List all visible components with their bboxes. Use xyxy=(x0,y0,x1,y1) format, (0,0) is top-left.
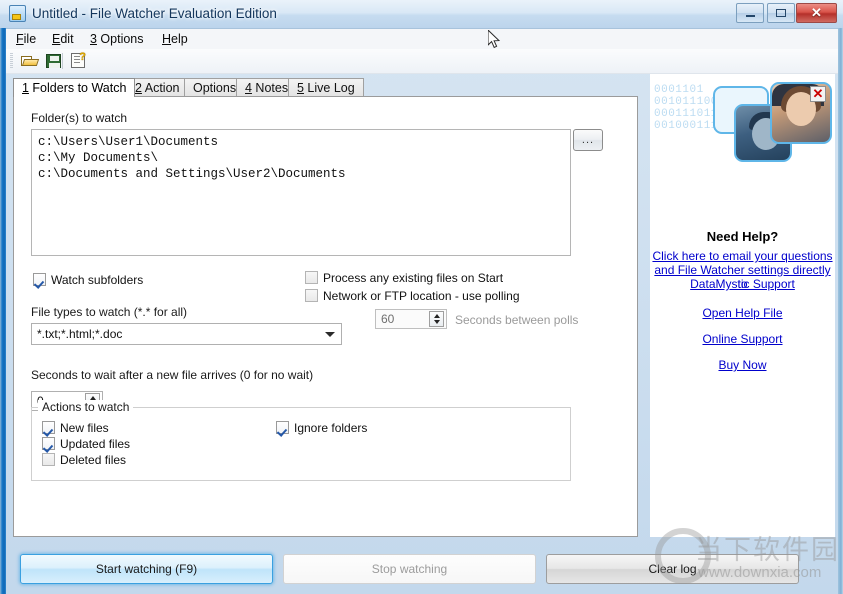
save-button[interactable] xyxy=(44,52,64,70)
email-support-link-line3[interactable]: DataMystic Support xyxy=(650,277,835,291)
watch-subfolders-label: Watch subfolders xyxy=(51,273,144,287)
updated-files-label: Updated files xyxy=(60,437,131,451)
window-frame-left xyxy=(0,28,6,594)
folder-path-line: c:\Documents and Settings\User2\Document… xyxy=(38,167,346,181)
open-button[interactable] xyxy=(20,52,40,70)
poll-seconds-label: Seconds between polls xyxy=(455,313,579,327)
network-polling-checkbox[interactable] xyxy=(305,289,318,302)
save-floppy-icon xyxy=(46,54,61,68)
wait-seconds-label: Seconds to wait after a new file arrives… xyxy=(31,368,314,382)
help-button[interactable]: ? xyxy=(68,52,88,70)
toolbar-separator xyxy=(62,53,63,69)
mouse-cursor xyxy=(488,30,500,49)
help-banner-image: 0001101 001011100 011000 00011101110 10 … xyxy=(650,80,835,164)
process-existing-checkbox[interactable] xyxy=(305,271,318,284)
folder-path-line: c:\Users\User1\Documents xyxy=(38,135,219,149)
start-watching-button[interactable]: Start watching (F9) xyxy=(20,554,273,584)
app-icon xyxy=(9,5,26,22)
close-button[interactable]: ✕ xyxy=(796,3,837,23)
menu-edit[interactable]: Edit xyxy=(46,31,80,47)
help-panel: 0001101 001011100 011000 00011101110 10 … xyxy=(650,74,835,537)
watch-subfolders-checkbox[interactable] xyxy=(33,273,46,286)
chevron-down-icon xyxy=(325,332,335,337)
folder-path-line: c:\My Documents\ xyxy=(38,151,159,165)
ignore-folders-label: Ignore folders xyxy=(294,421,368,435)
network-polling-label: Network or FTP location - use polling xyxy=(323,289,520,303)
minimize-icon xyxy=(737,4,763,22)
buy-now-link[interactable]: Buy Now xyxy=(650,358,835,372)
deleted-files-label: Deleted files xyxy=(60,453,127,467)
online-support-link[interactable]: Online Support xyxy=(650,332,835,346)
stop-watching-button: Stop watching xyxy=(283,554,536,584)
open-help-file-link[interactable]: Open Help File xyxy=(650,306,835,320)
title-bar: Untitled - File Watcher Evaluation Editi… xyxy=(0,0,843,29)
updated-files-checkbox[interactable] xyxy=(42,437,55,450)
browse-folder-button[interactable]: ... xyxy=(573,129,603,151)
folders-label: Folder(s) to watch xyxy=(31,111,128,125)
menu-options[interactable]: 3 Options xyxy=(84,31,150,47)
menu-help[interactable]: Help xyxy=(156,31,194,47)
close-icon: ✕ xyxy=(811,5,822,20)
poll-seconds-value: 60 xyxy=(381,312,395,326)
new-files-checkbox[interactable] xyxy=(42,421,55,434)
minimize-button[interactable] xyxy=(736,3,764,23)
email-support-link-line1[interactable]: Click here to email your questions xyxy=(650,249,835,263)
window-title: Untitled - File Watcher Evaluation Editi… xyxy=(32,6,277,21)
window-frame-right xyxy=(838,28,843,594)
tab-live-log[interactable]: 5 Live Log xyxy=(288,78,364,97)
menu-bar: FFileile Edit 3 Options Help xyxy=(6,29,838,50)
new-files-label: New files xyxy=(60,421,109,435)
poll-seconds-spinner[interactable]: 60 xyxy=(375,309,447,329)
clear-log-button[interactable]: Clear log xyxy=(546,554,799,584)
ignore-folders-checkbox[interactable] xyxy=(276,421,289,434)
menu-file[interactable]: FFileile xyxy=(10,31,42,47)
maximize-button[interactable] xyxy=(767,3,795,23)
process-existing-label: Process any existing files on Start xyxy=(323,271,504,285)
actions-to-watch-legend: Actions to watch xyxy=(38,400,134,414)
toolbar: ? xyxy=(6,49,838,74)
folders-textarea[interactable]: c:\Users\User1\Documents c:\My Documents… xyxy=(31,129,571,256)
filetypes-label: File types to watch (*.* for all) xyxy=(31,305,188,319)
application-window: Untitled - File Watcher Evaluation Editi… xyxy=(0,0,843,594)
need-help-heading: Need Help? xyxy=(706,229,779,244)
tab-strip: 1 Folders to Watch 2 Action Options 4 No… xyxy=(13,78,638,97)
maximize-icon xyxy=(768,4,794,22)
filetypes-value: *.txt;*.html;*.doc xyxy=(37,327,123,341)
toolbar-grip[interactable] xyxy=(10,53,13,69)
deleted-files-checkbox[interactable] xyxy=(42,453,55,466)
open-folder-icon xyxy=(21,54,40,68)
filetypes-combobox[interactable]: *.txt;*.html;*.doc xyxy=(31,323,342,345)
tab-panel-folders: Folder(s) to watch c:\Users\User1\Docume… xyxy=(13,96,638,537)
tab-folders-to-watch[interactable]: 1 Folders to Watch xyxy=(13,78,136,97)
spinner-arrows-icon[interactable] xyxy=(429,311,444,327)
help-question-icon: ? xyxy=(71,52,86,68)
close-help-panel-icon[interactable]: ✕ xyxy=(810,86,826,102)
